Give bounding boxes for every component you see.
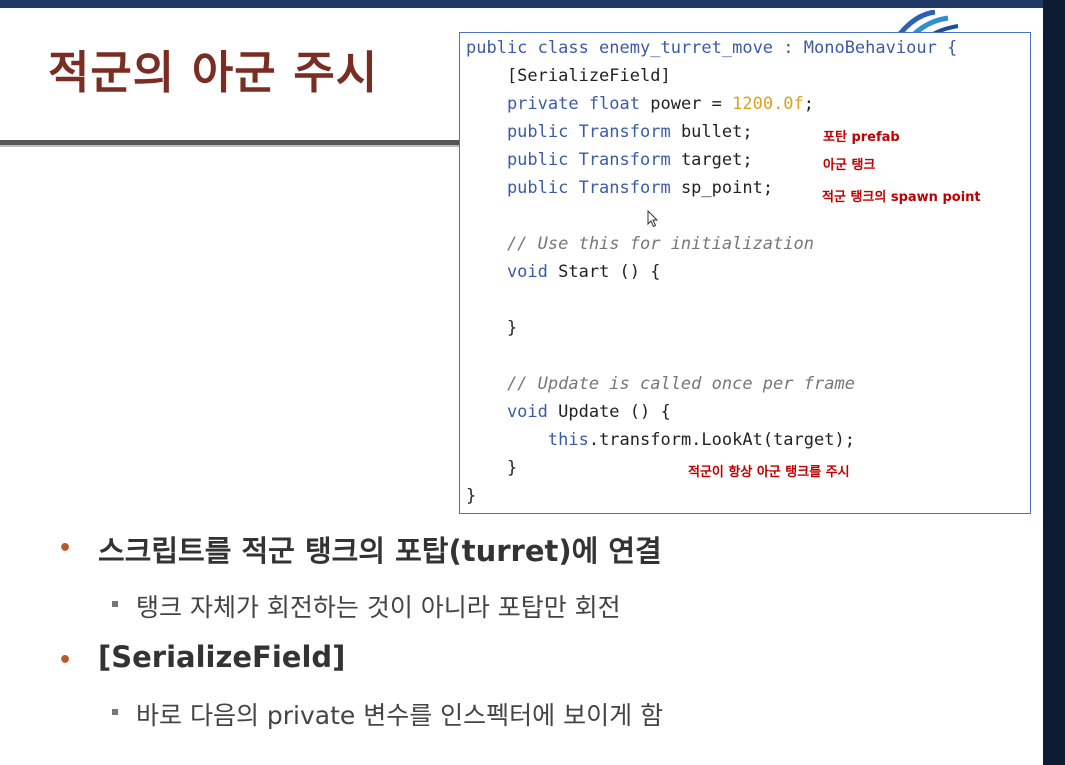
code-token: Start () { bbox=[558, 262, 661, 282]
code-token: public class enemy_turret_move : MonoBeh… bbox=[466, 38, 958, 58]
code-token: 1200.0f bbox=[732, 94, 804, 114]
code-token: sp_point; bbox=[680, 178, 774, 198]
code-token: private float bbox=[466, 94, 651, 114]
code-line: [SerializeField] bbox=[466, 65, 671, 87]
square-bullet-icon bbox=[112, 709, 118, 715]
code-line: void Start () { bbox=[466, 261, 661, 283]
note-lookat: 적군이 항상 아군 탱크를 주시 bbox=[688, 465, 850, 480]
right-edge-bar bbox=[1043, 0, 1065, 765]
code-token: power = bbox=[650, 94, 733, 114]
sub-bullet-text: 바로 다음의 private 변수를 인스펙터에 보이게 함 bbox=[136, 701, 664, 730]
code-line: } bbox=[466, 485, 476, 507]
code-token: [SerializeField] bbox=[466, 66, 671, 86]
code-token: void bbox=[466, 402, 559, 422]
code-token: bullet; bbox=[680, 122, 753, 142]
note-spawn-point: 적군 탱크의 spawn point bbox=[822, 190, 981, 205]
code-line: // Use this for initialization bbox=[466, 233, 814, 255]
code-token: } bbox=[466, 486, 477, 506]
code-token: target; bbox=[680, 150, 753, 170]
note-target: 아군 탱크 bbox=[823, 158, 876, 173]
note-bullet: 포탄 prefab bbox=[823, 130, 900, 145]
code-line: } bbox=[466, 317, 517, 339]
code-line: } bbox=[466, 457, 517, 479]
code-line: this.transform.LookAt(target); bbox=[466, 429, 855, 451]
title-divider-shadow bbox=[0, 145, 462, 147]
code-token: } bbox=[466, 318, 518, 338]
code-line: public Transform target; bbox=[466, 149, 753, 171]
bullet-text: [SerializeField] bbox=[98, 640, 346, 674]
mouse-cursor-icon bbox=[647, 210, 659, 228]
square-bullet-icon bbox=[112, 601, 118, 607]
code-token: this bbox=[466, 430, 589, 450]
code-token: Update () { bbox=[558, 402, 671, 422]
bullet-text: 스크립트를 적군 탱크의 포탑(turret)에 연결 bbox=[98, 534, 662, 568]
bullet-dot-icon: • bbox=[58, 648, 73, 673]
slide-title: 적군의 아군 주시 bbox=[48, 46, 379, 99]
bullet-dot-icon: • bbox=[58, 536, 73, 561]
top-banner bbox=[0, 0, 1065, 8]
code-token: } bbox=[466, 458, 518, 478]
code-token: ; bbox=[803, 94, 815, 114]
code-token: public Transform bbox=[466, 150, 681, 170]
code-token: public Transform bbox=[466, 122, 681, 142]
code-token: void bbox=[466, 262, 559, 282]
code-token: // Use this for initialization bbox=[466, 234, 814, 254]
code-token: .transform.LookAt(target); bbox=[588, 430, 855, 450]
code-line: public Transform sp_point; bbox=[466, 177, 773, 199]
code-line: public class enemy_turret_move : MonoBeh… bbox=[466, 37, 957, 59]
code-token: public Transform bbox=[466, 178, 681, 198]
code-snippet: public class enemy_turret_move : MonoBeh… bbox=[459, 32, 1031, 514]
code-line: // Update is called once per frame bbox=[466, 373, 855, 395]
code-line: void Update () { bbox=[466, 401, 671, 423]
code-token: // Update is called once per frame bbox=[466, 374, 855, 394]
code-line: private float power = 1200.0f; bbox=[466, 93, 814, 115]
code-line: public Transform bullet; bbox=[466, 121, 753, 143]
sub-bullet-text: 탱크 자체가 회전하는 것이 아니라 포탑만 회전 bbox=[136, 593, 621, 622]
